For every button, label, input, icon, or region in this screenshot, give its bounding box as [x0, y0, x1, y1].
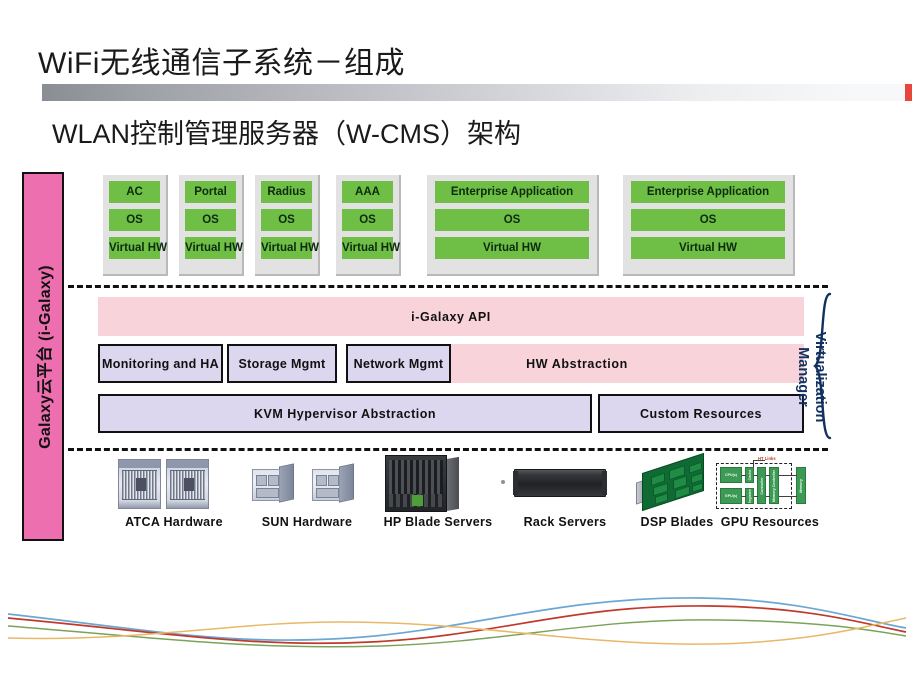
vm-tile: OS: [435, 209, 589, 231]
atca-icon: [100, 455, 248, 513]
gpu-icon: HT Links CPU(s) GPU(s) Cache Registers C…: [712, 455, 828, 513]
hardware-caption: SUN Hardware: [261, 515, 353, 529]
vm-card-row: AC OS Virtual HW Portal OS Virtual HW Radius OS…: [103, 175, 795, 276]
rack-icon: [501, 455, 628, 513]
hardware-item-hp-blade: HP Blade Servers: [365, 455, 511, 529]
vm-tile: OS: [631, 209, 785, 231]
hypervisor-box: Custom Resources: [598, 394, 804, 433]
hardware-caption: HP Blade Servers: [383, 515, 493, 529]
sun-icon: [238, 455, 376, 513]
header-gradient-divider: [42, 84, 908, 101]
vm-card-ac: AC OS Virtual HW: [103, 175, 168, 276]
decorative-wave-graphic: [0, 560, 912, 684]
vm-tile: Virtual HW: [435, 237, 589, 259]
vm-card-enterprise-application-1: Enterprise Application OS Virtual HW: [427, 175, 599, 276]
page-subtitle: WLAN控制管理服务器（W-CMS）架构: [52, 119, 521, 149]
mgmt-box: Storage Mgmt: [227, 344, 337, 383]
galaxy-platform-label: Galaxy云平台 (i-Galaxy): [37, 264, 54, 449]
hardware-item-sun: SUN Hardware: [238, 455, 376, 529]
virtualization-manager-brace: [812, 292, 834, 440]
hypervisor-box: KVM Hypervisor Abstraction: [98, 394, 592, 433]
vm-tile: Enterprise Application: [631, 181, 785, 203]
vm-tile: AC: [109, 181, 160, 203]
vm-card-radius: Radius OS Virtual HW: [255, 175, 320, 276]
vm-card-portal: Portal OS Virtual HW: [179, 175, 244, 276]
i-galaxy-api-layer: i-Galaxy API: [98, 297, 804, 336]
galaxy-platform-bar: Galaxy云平台 (i-Galaxy): [22, 172, 64, 541]
hardware-caption: Rack Servers: [523, 515, 607, 529]
page-title: WiFi无线通信子系统－组成: [38, 47, 405, 80]
vm-card-aaa: AAA OS Virtual HW: [336, 175, 401, 276]
vm-tile: OS: [109, 209, 160, 231]
vm-tile: Virtual HW: [109, 237, 167, 259]
vm-card-enterprise-application-2: Enterprise Application OS Virtual HW: [623, 175, 795, 276]
header-accent-mark: [905, 84, 912, 101]
hardware-item-gpu: HT Links CPU(s) GPU(s) Cache Registers C…: [712, 455, 828, 529]
vm-tile: Radius: [261, 181, 312, 203]
vm-tile: AAA: [342, 181, 393, 203]
vm-tile: OS: [185, 209, 236, 231]
hypervisor-layer-row: KVM Hypervisor Abstraction Custom Resourc…: [98, 394, 804, 433]
vm-tile: Virtual HW: [342, 237, 400, 259]
hardware-caption: GPU Resources: [720, 515, 820, 529]
hardware-item-rack: Rack Servers: [501, 455, 628, 529]
mgmt-box: Monitoring and HA: [98, 344, 223, 383]
hardware-caption: ATCA Hardware: [125, 515, 223, 529]
vm-tile: Portal: [185, 181, 236, 203]
vm-tile: Virtual HW: [185, 237, 243, 259]
mgmt-box: Network Mgmt: [346, 344, 451, 383]
vm-tile: Virtual HW: [631, 237, 785, 259]
hp-blade-icon: [365, 455, 511, 513]
vm-tile: Enterprise Application: [435, 181, 589, 203]
vm-tile: OS: [342, 209, 393, 231]
management-layer-row: HW Abstraction Monitoring and HA Storage …: [98, 344, 804, 383]
vm-tile: Virtual HW: [261, 237, 319, 259]
hardware-row: ATCA Hardware SUN Hardware HP Blade Serv…: [98, 452, 828, 540]
hardware-item-atca: ATCA Hardware: [100, 455, 248, 529]
vm-tile: OS: [261, 209, 312, 231]
dashed-separator-bottom: [68, 448, 828, 451]
dashed-separator-top: [68, 285, 828, 288]
